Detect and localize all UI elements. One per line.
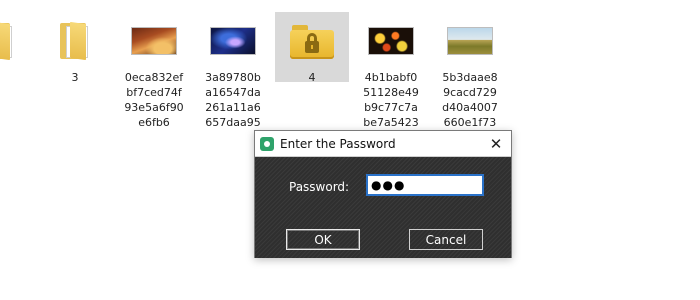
file-label-line: 93e5a6f90 [124, 101, 184, 114]
file-label-line: 261a11a6 [205, 101, 261, 114]
file-label-line: 3a89780b [205, 71, 261, 84]
folder-item-3[interactable]: 3 [38, 12, 112, 85]
image-thumb [354, 18, 428, 64]
file-label-line: be7a5423 [363, 116, 419, 129]
file-label-line: a16547da [205, 86, 261, 99]
file-label-line: b9c77c7a [364, 101, 418, 114]
cancel-button[interactable]: Cancel [409, 229, 483, 250]
password-input[interactable]: ●●● [366, 174, 484, 196]
locked-folder-item-4[interactable]: 4 [275, 12, 349, 85]
close-button[interactable]: ✕ [481, 131, 511, 156]
ok-button[interactable]: OK [286, 229, 360, 250]
file-label-line: 51128e49 [363, 86, 419, 99]
app-icon [260, 136, 274, 151]
canyon-image-icon [131, 27, 177, 55]
file-label-line: e6fb6 [138, 116, 170, 129]
image-thumb [117, 18, 191, 64]
file-label-line: 0eca832ef [124, 71, 184, 84]
file-label-line: 660e1f73 [443, 116, 497, 129]
file-label-line: 4b1babf0 [364, 71, 418, 84]
password-label: Password: [289, 180, 350, 194]
image-file-item[interactable]: 5b3daae8 9cacd729 d40a4007 660e1f73 [433, 12, 507, 130]
file-label: 4 [275, 70, 349, 85]
file-label-line: 3 [71, 71, 79, 84]
locked-folder-thumb [275, 18, 349, 64]
space-image-icon [210, 27, 256, 55]
file-label-line: 5b3daae8 [442, 71, 498, 84]
file-label-line: 4 [308, 71, 316, 84]
file-label: 3a89780b a16547da 261a11a6 657daa95 [196, 70, 270, 130]
file-label: 0eca832ef bf7ced74f 93e5a6f90 e6fb6 [117, 70, 191, 130]
folder-thumb [38, 18, 112, 64]
locked-folder-icon [290, 23, 334, 59]
file-label: 4b1babf0 51128e49 b9c77c7a be7a5423 [354, 70, 428, 130]
image-thumb [196, 18, 270, 64]
file-label: 3 [38, 70, 112, 85]
image-file-item[interactable]: 0eca832ef bf7ced74f 93e5a6f90 e6fb6 [117, 12, 191, 130]
field-image-icon [447, 27, 493, 55]
file-label: 5b3daae8 9cacd729 d40a4007 660e1f73 [433, 70, 507, 130]
password-dialog: Enter the Password ✕ Password: ●●● OK Ca… [254, 130, 512, 258]
image-file-item[interactable]: 4b1babf0 51128e49 b9c77c7a be7a5423 [354, 12, 428, 130]
file-label-line: d40a4007 [442, 101, 498, 114]
close-icon: ✕ [489, 134, 503, 153]
file-label-line: bf7ced74f [126, 86, 182, 99]
folder-icon [60, 21, 90, 61]
dialog-titlebar[interactable]: Enter the Password ✕ [255, 131, 511, 157]
folder-icon [0, 21, 14, 61]
partial-folder-thumb [0, 18, 36, 64]
dialog-body: Password: ●●● OK Cancel [255, 157, 511, 258]
image-file-item[interactable]: 3a89780b a16547da 261a11a6 657daa95 [196, 12, 270, 130]
file-label-line: 657daa95 [205, 116, 261, 129]
desktop: 3 0eca832ef bf7ced74f 93e5a6f90 e6fb6 3a… [0, 0, 700, 300]
bokeh-image-icon [368, 27, 414, 55]
file-label-line: 9cacd729 [443, 86, 497, 99]
dialog-title: Enter the Password [280, 136, 396, 151]
partial-folder-item[interactable] [0, 12, 36, 64]
image-thumb [433, 18, 507, 64]
